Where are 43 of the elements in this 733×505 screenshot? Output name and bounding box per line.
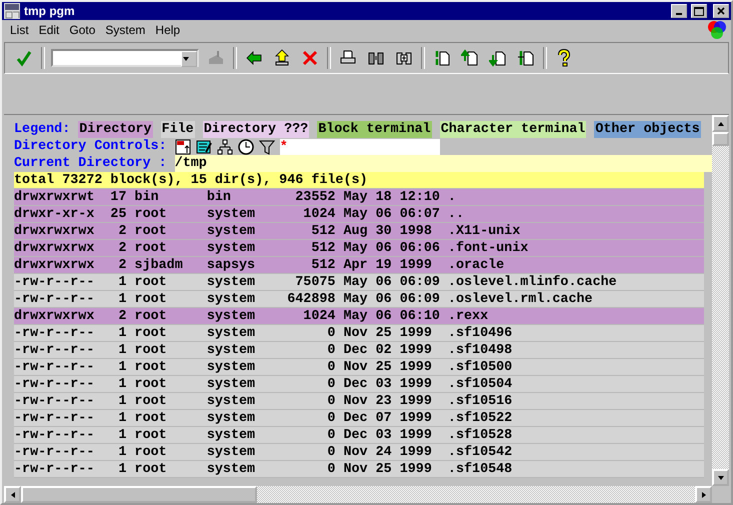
dropdown-button[interactable] (181, 51, 197, 67)
legend-item: Other objects (594, 121, 701, 138)
color-palette-icon[interactable] (707, 20, 727, 40)
legend-item: Character terminal (440, 121, 586, 138)
horizontal-scrollbar[interactable] (4, 486, 712, 503)
hierarchy-icon[interactable] (216, 138, 233, 154)
maximize-icon (694, 6, 704, 16)
menu-item[interactable]: Help (151, 23, 184, 37)
arrow-left-icon (8, 490, 16, 498)
scrollbar-thumb[interactable] (21, 486, 257, 503)
arrow-up-icon (716, 120, 724, 128)
close-icon (717, 7, 725, 15)
vertical-scrollbar[interactable] (712, 115, 729, 486)
edit-list-icon[interactable] (196, 138, 212, 154)
window-title: tmp pgm (24, 4, 76, 18)
scroll-left-button[interactable] (4, 486, 21, 503)
scroll-down-button[interactable] (712, 469, 729, 486)
arrow-right-icon (700, 490, 708, 498)
caret-down-icon (716, 474, 724, 482)
detail-icon[interactable] (174, 138, 191, 154)
clock-icon[interactable] (238, 138, 254, 154)
menu-item[interactable]: Goto (65, 23, 100, 37)
menu-item[interactable]: Edit (34, 23, 64, 37)
scroll-right-button[interactable] (695, 486, 712, 503)
scrollbar-thumb[interactable] (712, 132, 729, 146)
command-field[interactable] (51, 49, 199, 67)
current-directory-label: Current Directory : (14, 155, 167, 172)
app-icon (4, 3, 20, 19)
legend-item: File (160, 121, 195, 138)
caret-down-icon (182, 55, 190, 63)
menu-item[interactable]: List (6, 23, 33, 37)
minimize-button[interactable] (671, 4, 687, 18)
close-button[interactable] (713, 4, 729, 18)
legend-label: Legend: (14, 121, 70, 138)
current-directory-value: /tmp (174, 155, 712, 172)
filter-field[interactable]: * (280, 138, 440, 154)
maximize-button[interactable] (691, 4, 707, 18)
legend-item: Block terminal (317, 121, 432, 138)
legend-item: Directory (78, 121, 153, 138)
menu-item[interactable]: System (101, 23, 150, 37)
legend-item: Directory ??? (202, 121, 310, 138)
scroll-up-button[interactable] (712, 115, 729, 132)
controls-label: Directory Controls: (14, 138, 167, 155)
